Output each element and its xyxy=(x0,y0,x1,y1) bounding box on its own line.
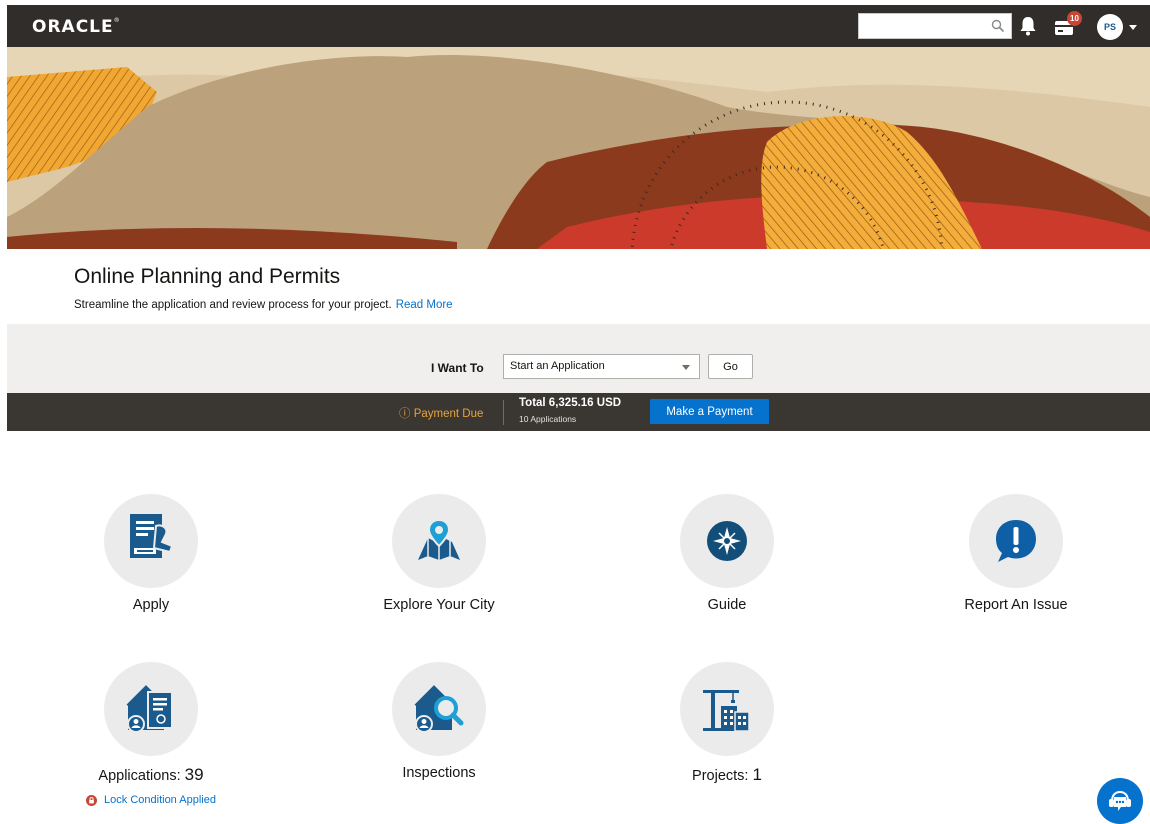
compass-icon xyxy=(707,521,747,561)
chat-assistant-icon xyxy=(1109,790,1131,811)
tile-apply-label: Apply xyxy=(132,597,170,613)
tile-applications-label: Applications: 39 xyxy=(51,765,251,785)
tile-applications-circle xyxy=(104,662,198,756)
make-payment-button[interactable]: Make a Payment xyxy=(650,399,769,424)
tile-report-an-issue[interactable]: Report An Issue xyxy=(916,494,1116,613)
tile-guide[interactable]: Guide xyxy=(627,494,827,613)
projects-count: 1 xyxy=(752,765,762,784)
payment-application-count: 10 Applications xyxy=(519,414,577,424)
read-more-link[interactable]: Read More xyxy=(396,299,453,311)
chevron-down-icon xyxy=(682,365,690,370)
tile-explore-circle xyxy=(392,494,486,588)
tile-projects[interactable]: Projects: 1 xyxy=(627,662,827,785)
chevron-down-icon[interactable] xyxy=(1129,25,1137,30)
logo-text: ORACLE xyxy=(32,17,114,37)
i-want-to-label: I Want To xyxy=(431,361,484,375)
tile-guide-circle xyxy=(680,494,774,588)
tile-projects-circle xyxy=(680,662,774,756)
projects-label-text: Projects xyxy=(692,768,745,784)
tile-explore-your-city[interactable]: Explore Your City xyxy=(339,494,539,613)
tile-report-label: Report An Issue xyxy=(964,597,1068,613)
banner-artwork xyxy=(7,47,1150,249)
tile-report-circle xyxy=(969,494,1063,588)
tile-inspections-circle xyxy=(392,662,486,756)
search-box xyxy=(858,13,1012,39)
hero-banner xyxy=(7,47,1150,249)
i-want-to-bar: I Want To Start an Application Go xyxy=(7,324,1150,393)
search-icon[interactable] xyxy=(990,18,1006,34)
i-want-to-selected-value: Start an Application xyxy=(510,360,605,372)
lock-condition-text: Lock Condition Applied xyxy=(104,794,216,806)
logo-registered-mark: ® xyxy=(113,17,121,24)
chat-assistant-button[interactable] xyxy=(1097,778,1143,824)
cart-count-badge: 10 xyxy=(1067,11,1082,26)
tile-projects-label: Projects: 1 xyxy=(627,765,827,785)
payment-bar: ⓘ Payment Due Total 6,325.16 USD 10 Appl… xyxy=(7,393,1150,431)
lock-condition-link[interactable]: Lock Condition Applied xyxy=(86,794,216,806)
page-title: Online Planning and Permits xyxy=(74,265,341,288)
lock-icon xyxy=(86,794,98,806)
tile-applications[interactable]: Applications: 39 Lock Condition Applied xyxy=(51,662,251,811)
applications-count: 39 xyxy=(184,765,204,784)
house-document-icon xyxy=(126,685,173,733)
oracle-logo[interactable]: ORACLE® xyxy=(32,17,121,37)
subtitle-text: Streamline the application and review pr… xyxy=(74,299,392,311)
payment-due-label: ⓘ Payment Due xyxy=(399,408,484,420)
tile-guide-label: Guide xyxy=(707,597,747,613)
bell-icon[interactable] xyxy=(1018,15,1038,37)
exclamation-chat-icon xyxy=(996,520,1036,562)
top-bar: ORACLE® 10 PS xyxy=(7,5,1150,47)
tile-explore-label: Explore Your City xyxy=(383,597,495,613)
document-stamp-icon xyxy=(130,514,174,558)
user-avatar[interactable]: PS xyxy=(1097,14,1123,40)
crane-building-icon xyxy=(703,690,750,732)
applications-label-text: Applications xyxy=(98,768,177,784)
house-magnifier-icon xyxy=(414,685,464,733)
search-input[interactable] xyxy=(859,14,987,38)
map-pin-icon xyxy=(418,518,460,560)
tile-apply-circle xyxy=(104,494,198,588)
page-subtitle: Streamline the application and review pr… xyxy=(74,299,453,311)
payment-total: Total 6,325.16 USD xyxy=(519,397,622,409)
i-want-to-select[interactable]: Start an Application xyxy=(503,354,700,379)
tile-inspections[interactable]: Inspections xyxy=(339,662,539,781)
applications-separator: : xyxy=(176,768,185,784)
tile-apply[interactable]: Apply xyxy=(51,494,251,613)
payment-divider xyxy=(503,400,504,425)
tile-inspections-label: Inspections xyxy=(402,765,476,781)
go-button[interactable]: Go xyxy=(708,354,753,379)
